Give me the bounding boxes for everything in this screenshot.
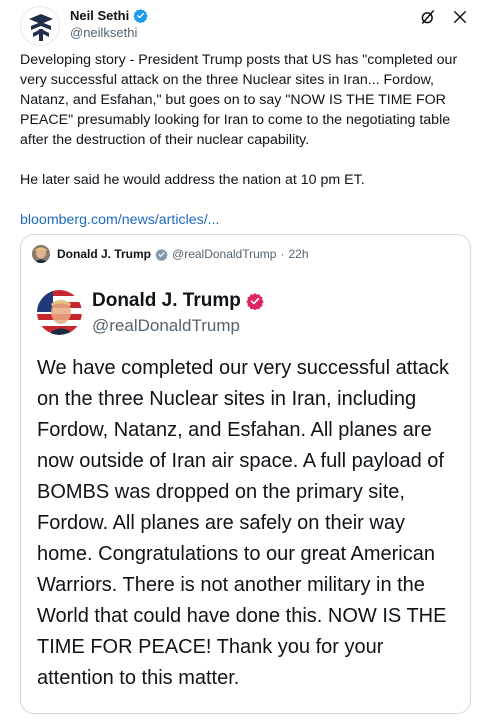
embedded-post-text: We have completed our very successful at…: [37, 357, 450, 689]
article-link[interactable]: bloomberg.com/news/articles/...: [20, 212, 220, 228]
post-body: Developing story - President Trump posts…: [20, 50, 470, 230]
close-icon[interactable]: [451, 8, 469, 26]
quoted-post-header: Donald J. Trump @realDonaldTrump · 22h: [32, 245, 309, 263]
separator-dot: ·: [280, 247, 285, 261]
post-paragraph: Developing story - President Trump posts…: [20, 52, 462, 148]
post-paragraph: He later said he would address the natio…: [20, 172, 365, 188]
author-handle[interactable]: @neilksethi: [70, 25, 137, 40]
red-verified-badge-icon: [246, 292, 264, 311]
post-header: Neil Sethi @neilksethi: [20, 6, 473, 46]
embedded-author-avatar: [37, 290, 82, 335]
quoted-author-name[interactable]: Donald J. Trump: [57, 247, 151, 261]
quoted-post-time[interactable]: 22h: [288, 247, 308, 261]
quoted-author-avatar: [32, 245, 50, 263]
verified-badge-icon: [133, 8, 148, 24]
quoted-author-handle[interactable]: @realDonaldTrump: [172, 247, 276, 261]
grok-icon[interactable]: [419, 8, 437, 26]
author-name[interactable]: Neil Sethi: [70, 8, 129, 23]
author-avatar[interactable]: [20, 6, 60, 46]
gray-verified-badge-icon: [155, 248, 168, 261]
embedded-author-name: Donald J. Trump: [92, 290, 241, 311]
quoted-post[interactable]: Donald J. Trump @realDonaldTrump · 22h D…: [20, 234, 471, 714]
embedded-author-handle: @realDonaldTrump: [92, 316, 240, 335]
